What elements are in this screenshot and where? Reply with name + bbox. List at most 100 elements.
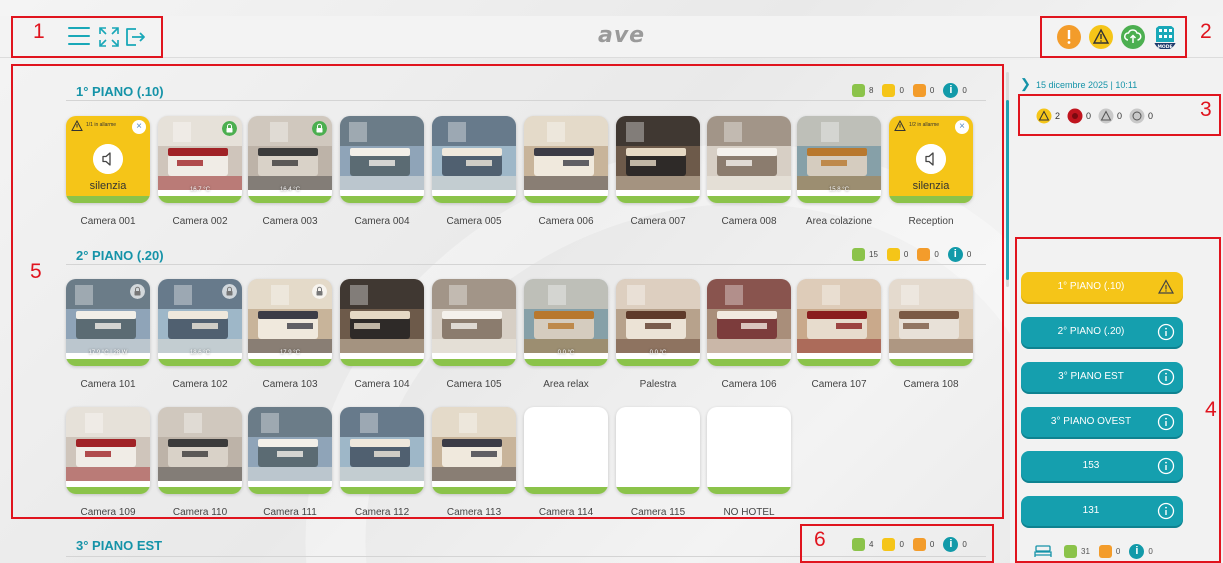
room-temperature: 16.7 °C	[189, 187, 211, 193]
annotation-label-6: 6	[814, 528, 826, 551]
orange-count: 0	[934, 250, 939, 259]
cloud-upload-icon[interactable]	[1120, 24, 1146, 50]
info-icon[interactable]	[1157, 413, 1175, 431]
speaker-icon[interactable]	[93, 144, 123, 174]
room-name: Camera 008	[721, 216, 777, 227]
lock-icon	[222, 284, 237, 299]
floor-button[interactable]: 2° PIANO (.20)	[1021, 317, 1183, 347]
room-name: Area colazione	[805, 216, 873, 227]
room-name: Area relax	[543, 379, 589, 390]
close-icon[interactable]: ×	[132, 120, 146, 134]
silence-button[interactable]: silenzia	[66, 180, 150, 192]
svg-text:MODE: MODE	[1157, 44, 1172, 50]
floor-button[interactable]: 3° PIANO EST	[1021, 362, 1183, 392]
logout-icon[interactable]	[123, 25, 147, 49]
room-card[interactable]	[707, 116, 791, 203]
room-card[interactable]	[340, 407, 424, 494]
menu-icon[interactable]	[68, 27, 90, 45]
error-alert-icon[interactable]	[1056, 24, 1082, 50]
building-mode-icon[interactable]: MODE	[1153, 24, 1177, 50]
room-card[interactable]	[248, 407, 332, 494]
room-card[interactable]	[340, 279, 424, 366]
info-count: 0	[962, 86, 967, 95]
room-name: Camera 112	[354, 507, 410, 518]
room-card[interactable]: 1/1 in allarme × silenzia	[66, 116, 150, 203]
room-card[interactable]	[432, 407, 516, 494]
room-card[interactable]	[707, 279, 791, 366]
info-icon[interactable]	[1157, 457, 1175, 475]
warning-icon[interactable]	[1157, 278, 1175, 296]
room-card[interactable]	[524, 116, 608, 203]
room-card[interactable]: 17.9 °C	[248, 279, 332, 366]
floor-button[interactable]: 1° PIANO (.10)	[1021, 272, 1183, 302]
floor-button-label: 2° PIANO (.20)	[1057, 326, 1125, 337]
status-bar	[707, 359, 791, 366]
room-card[interactable]	[158, 407, 242, 494]
room-card[interactable]	[616, 116, 700, 203]
room-card[interactable]: 15.8 °C	[797, 116, 881, 203]
warning-count-icon	[1036, 108, 1052, 124]
info-icon: i	[947, 247, 963, 262]
status-bar	[889, 359, 973, 366]
room-name: Camera 105	[446, 379, 502, 390]
room-photo	[707, 116, 791, 190]
room-name: Camera 101	[80, 379, 136, 390]
yellow-count-icon	[882, 538, 896, 551]
room-card[interactable]: 16.7 °C	[158, 116, 242, 203]
status-bar	[66, 487, 150, 494]
room-card[interactable]	[524, 407, 608, 494]
status-bar	[524, 359, 608, 366]
scrollbar-thumb[interactable]	[1006, 100, 1009, 280]
room-temperature: 0.0 °C	[649, 350, 667, 356]
room-card[interactable]	[432, 279, 516, 366]
floor-button-label: 153	[1082, 460, 1100, 471]
yellow-count: 0	[899, 86, 904, 95]
status-bar	[158, 487, 242, 494]
room-temperature: 0.0 °C	[557, 350, 575, 356]
green-count-icon	[852, 248, 865, 261]
room-card[interactable]: 0.0 °C	[524, 279, 608, 366]
room-card[interactable]	[797, 279, 881, 366]
room-card[interactable]: 18.6 °C	[158, 279, 242, 366]
room-card[interactable]	[707, 407, 791, 494]
silence-button[interactable]: silenzia	[889, 180, 973, 192]
orange-count: 0	[929, 86, 935, 95]
floor-button[interactable]: 153	[1021, 451, 1183, 481]
room-name: Camera 006	[538, 216, 594, 227]
fullscreen-icon[interactable]	[97, 25, 121, 49]
date-time: 15 dicembre 2025 | 10:11	[1036, 80, 1138, 90]
close-icon[interactable]: ×	[955, 120, 969, 134]
warning-alert-icon[interactable]	[1088, 24, 1114, 50]
room-name: Camera 104	[354, 379, 410, 390]
room-card[interactable]: 1/2 in allarme × silenzia	[889, 116, 973, 203]
status-bar	[707, 487, 791, 494]
info-icon[interactable]	[1157, 323, 1175, 341]
annotation-label-3: 3	[1200, 98, 1212, 121]
room-name: Camera 107	[811, 379, 867, 390]
info-icon[interactable]	[1157, 502, 1175, 520]
speaker-icon[interactable]	[916, 144, 946, 174]
status-bar	[248, 487, 332, 494]
annotation-label-2: 2	[1200, 20, 1212, 43]
room-card[interactable]	[616, 407, 700, 494]
room-temperature: 16.4 °C	[279, 187, 301, 193]
floor-button[interactable]: 3° PIANO OVEST	[1021, 407, 1183, 437]
warning-icon	[71, 120, 83, 131]
status-bar	[158, 196, 242, 203]
room-photo	[889, 279, 973, 353]
room-card[interactable]: 0.0 °C	[616, 279, 700, 366]
room-card[interactable]	[66, 407, 150, 494]
info-total-icon: i	[1129, 544, 1145, 559]
room-card[interactable]: 16.4 °C	[248, 116, 332, 203]
floor-button[interactable]: 131	[1021, 496, 1183, 526]
annotation-label-1: 1	[33, 20, 45, 43]
status-bar	[889, 196, 973, 203]
yellow-count-icon	[882, 84, 896, 97]
room-card[interactable]	[340, 116, 424, 203]
chevron-right-icon[interactable]: ❯	[1020, 76, 1031, 92]
status-bar	[707, 196, 791, 203]
room-card[interactable]: 17.9 °C | 28 W	[66, 279, 150, 366]
room-card[interactable]	[889, 279, 973, 366]
info-icon[interactable]	[1157, 368, 1175, 386]
room-card[interactable]	[432, 116, 516, 203]
